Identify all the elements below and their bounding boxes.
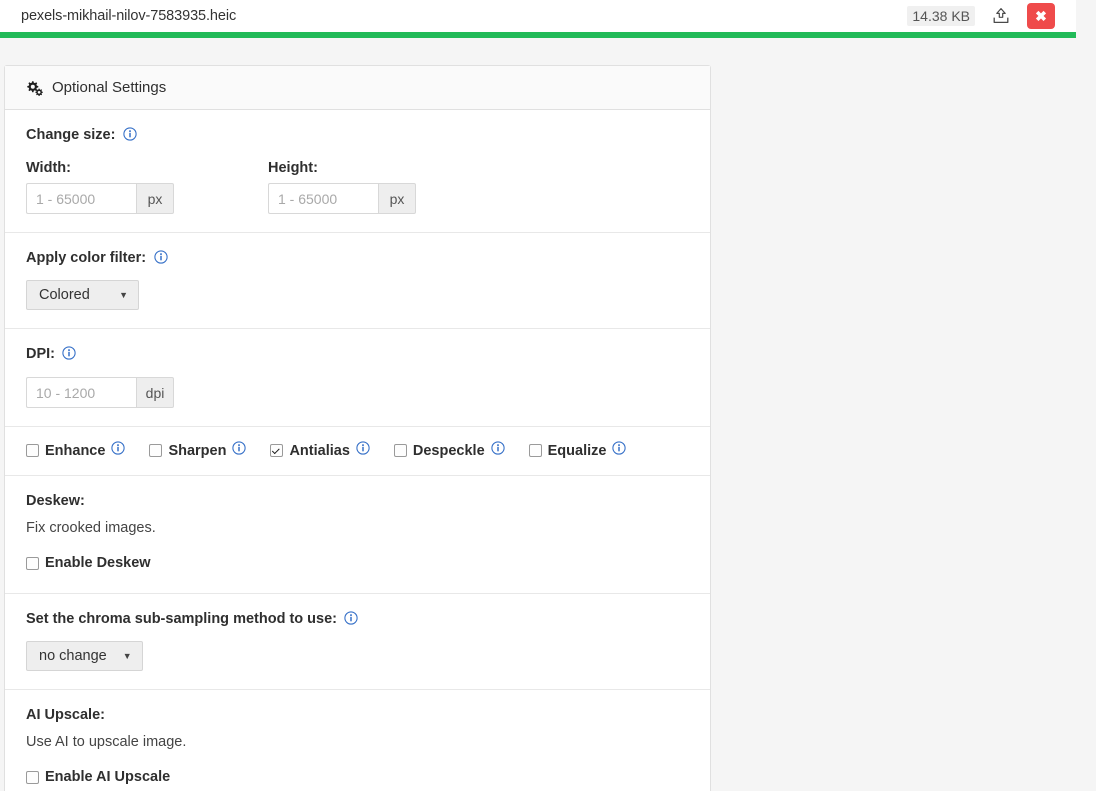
upload-icon[interactable] bbox=[991, 6, 1011, 26]
width-field-group: Width: px bbox=[26, 160, 268, 214]
info-icon-antialias[interactable] bbox=[356, 441, 370, 460]
deskew-label: Deskew: bbox=[26, 493, 85, 509]
enable-ai-upscale-label: Enable AI Upscale bbox=[45, 769, 171, 785]
despeckle-label: Despeckle bbox=[412, 442, 485, 459]
equalize-checkbox[interactable] bbox=[528, 444, 542, 457]
remove-file-button[interactable]: ✖ bbox=[1027, 3, 1055, 29]
info-icon-svg bbox=[111, 441, 126, 455]
section-deskew: Deskew: Fix crooked images. Enable Deske… bbox=[5, 476, 710, 594]
section-change-size: Change size: Width: px Height: bbox=[5, 110, 710, 233]
toggle-despeckle[interactable]: Despeckle bbox=[393, 441, 505, 460]
height-input[interactable] bbox=[268, 183, 378, 214]
toggle-sharpen[interactable]: Sharpen bbox=[149, 441, 247, 460]
toggle-equalize[interactable]: Equalize bbox=[528, 441, 627, 460]
width-label: Width: bbox=[26, 160, 71, 176]
despeckle-checkbox[interactable] bbox=[393, 444, 407, 457]
antialias-checkbox[interactable] bbox=[270, 444, 284, 457]
info-icon-svg bbox=[123, 127, 137, 141]
info-icon-svg bbox=[62, 346, 77, 360]
cogs-icon-svg bbox=[27, 80, 43, 96]
file-bar: pexels-mikhail-nilov-7583935.heic 14.38 … bbox=[0, 0, 1076, 33]
section-color-filter: Apply color filter: Colored ▼ bbox=[5, 233, 710, 329]
page-root: pexels-mikhail-nilov-7583935.heic 14.38 … bbox=[0, 0, 1096, 791]
ai-upscale-label: AI Upscale: bbox=[26, 707, 105, 723]
dpi-input-group: dpi bbox=[26, 377, 689, 408]
info-icon-equalize[interactable] bbox=[612, 441, 627, 460]
file-size-badge: 14.38 KB bbox=[907, 6, 975, 26]
info-icon-chroma[interactable] bbox=[344, 611, 359, 630]
info-icon-dpi[interactable] bbox=[62, 346, 77, 365]
chroma-selected-value: no change bbox=[39, 648, 107, 664]
info-icon-despeckle[interactable] bbox=[490, 441, 505, 460]
antialias-label: Antialias bbox=[289, 442, 350, 459]
dpi-label: DPI: bbox=[26, 346, 55, 362]
panel-title: Optional Settings bbox=[52, 79, 167, 96]
width-input[interactable] bbox=[26, 183, 136, 214]
info-icon-svg bbox=[153, 250, 168, 264]
size-inputs-row: Width: px Height: px bbox=[26, 160, 689, 214]
section-ai-upscale: AI Upscale: Use AI to upscale image. Ena… bbox=[5, 690, 710, 791]
enable-ai-upscale-row[interactable]: Enable AI Upscale bbox=[26, 769, 689, 785]
info-icon-svg bbox=[490, 441, 505, 455]
info-icon-svg bbox=[232, 441, 247, 455]
color-filter-selected-value: Colored bbox=[39, 287, 90, 303]
color-filter-label: Apply color filter: bbox=[26, 250, 147, 266]
info-icon-color-filter[interactable] bbox=[153, 250, 168, 269]
info-icon-svg bbox=[356, 441, 370, 455]
section-dpi: DPI: dpi bbox=[5, 329, 710, 427]
info-icon-enhance[interactable] bbox=[111, 441, 126, 460]
sharpen-checkbox[interactable] bbox=[149, 444, 163, 457]
section-chroma-subsampling: Set the chroma sub-sampling method to us… bbox=[5, 594, 710, 690]
upload-icon-svg bbox=[993, 8, 1009, 24]
optional-settings-panel: Optional Settings Change size: Width: px bbox=[4, 65, 711, 791]
enable-deskew-row[interactable]: Enable Deskew bbox=[26, 555, 689, 571]
sharpen-label: Sharpen bbox=[168, 442, 227, 459]
filter-toggles-row: Enhance Sharpen Antialias Despeckle Equa… bbox=[5, 427, 710, 476]
file-bar-actions: 14.38 KB ✖ bbox=[907, 0, 1076, 32]
equalize-label: Equalize bbox=[547, 442, 607, 459]
chevron-down-icon: ▼ bbox=[122, 650, 132, 661]
enable-ai-upscale-checkbox[interactable] bbox=[26, 770, 39, 784]
chevron-down-icon: ▼ bbox=[119, 289, 128, 300]
height-unit-addon: px bbox=[378, 183, 416, 214]
close-icon: ✖ bbox=[1035, 8, 1047, 24]
width-unit-addon: px bbox=[136, 183, 174, 214]
info-icon-svg bbox=[344, 611, 359, 625]
height-field-group: Height: px bbox=[268, 160, 416, 214]
color-filter-select[interactable]: Colored ▼ bbox=[26, 280, 139, 310]
enable-deskew-label: Enable Deskew bbox=[45, 555, 151, 571]
chroma-label: Set the chroma sub-sampling method to us… bbox=[26, 611, 337, 627]
info-icon-svg bbox=[612, 441, 627, 455]
info-icon-change-size[interactable] bbox=[123, 127, 137, 146]
toggle-enhance[interactable]: Enhance bbox=[26, 441, 126, 460]
enhance-label: Enhance bbox=[45, 442, 106, 459]
cogs-icon bbox=[26, 80, 43, 96]
dpi-input[interactable] bbox=[26, 377, 136, 408]
enable-deskew-checkbox[interactable] bbox=[26, 556, 39, 570]
height-label: Height: bbox=[268, 160, 318, 176]
width-input-group: px bbox=[26, 183, 268, 214]
info-icon-sharpen[interactable] bbox=[232, 441, 247, 460]
height-input-group: px bbox=[268, 183, 416, 214]
chroma-select[interactable]: no change ▼ bbox=[26, 641, 143, 671]
dpi-unit-addon: dpi bbox=[136, 377, 174, 408]
change-size-label: Change size: bbox=[26, 127, 116, 143]
upload-progress-bar bbox=[0, 32, 1076, 38]
file-name: pexels-mikhail-nilov-7583935.heic bbox=[21, 8, 237, 24]
enhance-checkbox[interactable] bbox=[26, 444, 39, 457]
panel-header: Optional Settings bbox=[5, 66, 710, 110]
deskew-description: Fix crooked images. bbox=[26, 520, 156, 536]
toggle-antialias[interactable]: Antialias bbox=[270, 441, 370, 460]
ai-upscale-description: Use AI to upscale image. bbox=[26, 734, 187, 750]
